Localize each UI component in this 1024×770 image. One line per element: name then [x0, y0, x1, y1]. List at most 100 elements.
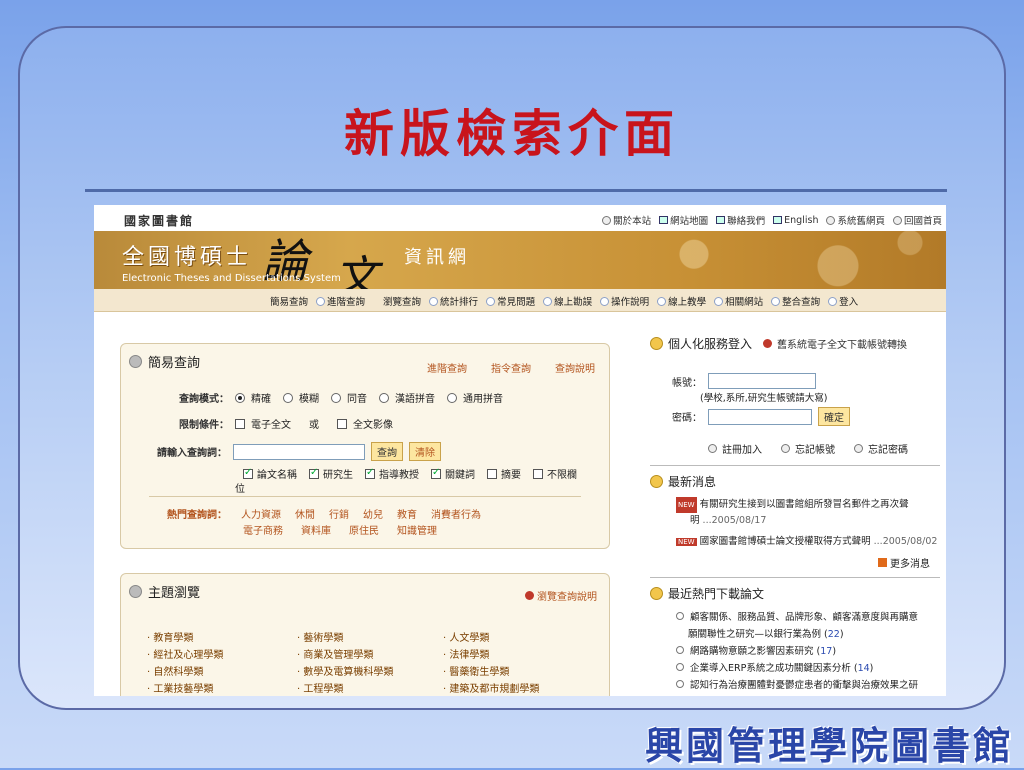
category-link[interactable]: · 人文學類 — [443, 630, 539, 647]
query-input[interactable] — [233, 443, 365, 460]
nav-help[interactable]: 操作說明 — [600, 294, 649, 308]
category-link[interactable]: · 法律學類 — [443, 647, 539, 664]
simple-search-panel: 簡易查詢 進階查詢 指令查詢 查詢說明 查詢模式： 精確 模糊 同音 漢語拼音 … — [120, 343, 610, 549]
radio-dot-icon — [316, 296, 326, 306]
login-header: 個人化服務登入 舊系統電子全文下載帳號轉換 — [650, 335, 940, 352]
mode-hanyu-radio[interactable] — [379, 392, 389, 403]
field-student-checkbox[interactable] — [309, 467, 319, 479]
register-link[interactable]: 註冊加入 — [722, 441, 762, 456]
field-title-checkbox[interactable] — [243, 467, 253, 479]
command-search-link[interactable]: 指令查詢 — [491, 360, 531, 375]
slide-title: 新版檢索介面 — [344, 104, 680, 163]
mode-tongyong-radio[interactable] — [447, 392, 457, 403]
search-help-link[interactable]: 查詢說明 — [555, 360, 595, 375]
nav-advanced-search[interactable]: 進階查詢 — [316, 294, 365, 308]
clear-button[interactable]: 清除 — [409, 442, 441, 461]
password-input[interactable] — [708, 408, 812, 425]
hot-download-item-cont[interactable]: 願關聯性之研究—以銀行業為例 (22) — [676, 626, 942, 643]
nav-simple-search[interactable]: 簡易查詢 — [270, 294, 308, 308]
nav-stats[interactable]: 統計排行 — [429, 294, 478, 308]
top-links: 關於本站 網站地圖 聯絡我們 English 系統舊網頁 回國首頁 — [602, 213, 942, 227]
hot-download-item[interactable]: 顧客關係、服務品質、品牌形象、顧客滿意度與再購意 — [676, 609, 942, 626]
or-label: 或 — [309, 420, 319, 431]
top-link-home[interactable]: 回國首頁 — [892, 213, 942, 227]
fullimage-checkbox[interactable] — [337, 418, 347, 429]
field-student-label: 研究生 — [323, 470, 353, 481]
fulltext-checkbox[interactable] — [235, 418, 245, 429]
confirm-button[interactable]: 確定 — [818, 407, 850, 426]
hot-term[interactable]: 休閒 — [295, 506, 315, 521]
query-label: 請輸入查詢詞： — [157, 448, 227, 459]
hot-term[interactable]: 教育 — [397, 506, 417, 521]
website-screenshot: 國家圖書館 關於本站 網站地圖 聯絡我們 English 系統舊網頁 回國首頁 … — [94, 205, 946, 696]
nav-integrated-search[interactable]: 整合查詢 — [771, 294, 820, 308]
category-link[interactable]: · 醫藥衛生學類 — [443, 664, 539, 681]
hot-term[interactable]: 資料庫 — [301, 522, 331, 537]
nav-faq[interactable]: 常見問題 — [486, 294, 535, 308]
hot-term[interactable]: 消費者行為 — [431, 506, 481, 521]
category-link[interactable]: · 教育學類 — [147, 630, 223, 647]
hot-term[interactable]: 行銷 — [329, 506, 349, 521]
hot-term[interactable]: 人力資源 — [241, 506, 281, 521]
book-icon — [773, 216, 783, 224]
news-item[interactable]: NEW 有關研究生接到以圖書館組所發冒名郵件之再次聲 明 ...2005/08/1… — [676, 497, 938, 529]
nav-browse[interactable]: 瀏覽查詢 — [383, 294, 421, 308]
top-link-contact[interactable]: 聯絡我們 — [716, 213, 765, 227]
advanced-search-link[interactable]: 進階查詢 — [427, 360, 467, 375]
title-divider — [85, 189, 947, 192]
forgot-password-link[interactable]: 忘記密碼 — [868, 441, 908, 456]
mode-exact-radio[interactable] — [235, 392, 245, 403]
hot-term[interactable]: 知識管理 — [397, 522, 437, 537]
browse-col-3: · 人文學類 · 法律學類 · 醫藥衛生學類 · 建築及都市規劃學類 — [443, 630, 539, 696]
mode-fuzzy-radio[interactable] — [283, 392, 293, 403]
old-account-link[interactable]: 舊系統電子全文下載帳號轉換 — [777, 336, 907, 351]
news-box: 最新消息 NEW 有關研究生接到以圖書館組所發冒名郵件之再次聲 明 ...2005… — [650, 473, 940, 578]
category-link[interactable]: · 經社及心理學類 — [147, 647, 223, 664]
divider — [149, 496, 581, 497]
account-input[interactable] — [708, 373, 816, 389]
field-abstract-checkbox[interactable] — [487, 468, 497, 479]
category-link[interactable]: · 工程學類 — [297, 681, 393, 696]
nav-login[interactable]: 登入 — [828, 294, 858, 308]
nav-errata[interactable]: 線上勘誤 — [543, 294, 592, 308]
map-icon — [659, 216, 669, 224]
question-icon — [854, 444, 863, 453]
mode-homophone-radio[interactable] — [331, 392, 341, 403]
category-link[interactable]: · 商業及管理學類 — [297, 647, 393, 664]
top-link-sitemap[interactable]: 網站地圖 — [659, 213, 708, 227]
nav-tutorial[interactable]: 線上教學 — [657, 294, 706, 308]
banner-title: 全國博碩士 — [122, 245, 253, 270]
top-link-english[interactable]: English — [773, 213, 818, 227]
news-item[interactable]: NEW 國家圖書館博碩士論文授權取得方式聲明 ...2005/08/02 — [676, 533, 937, 547]
nav-related-sites[interactable]: 相關網站 — [714, 294, 763, 308]
hot-download-item[interactable]: 企業導入ERP系統之成功關鍵因素分析 (14) — [676, 660, 942, 677]
category-link[interactable]: · 藝術學類 — [297, 630, 393, 647]
radio-dot-icon — [771, 296, 781, 306]
radio-dot-icon — [714, 296, 724, 306]
radio-dot-icon — [429, 296, 439, 306]
account-label: 帳號： — [672, 377, 702, 389]
browse-help-link[interactable]: 瀏覽查詢說明 — [537, 588, 597, 603]
browse-header: 主題瀏覽 — [129, 582, 200, 601]
hot-term[interactable]: 幼兒 — [363, 506, 383, 521]
forgot-account-link[interactable]: 忘記帳號 — [795, 441, 835, 456]
hot-term[interactable]: 原住民 — [349, 522, 379, 537]
search-button[interactable]: 查詢 — [371, 442, 403, 461]
browse-col-2: · 藝術學類 · 商業及管理學類 · 數學及電算機科學類 · 工程學類 — [297, 630, 393, 696]
field-advisor-checkbox[interactable] — [365, 467, 375, 479]
category-link[interactable]: · 自然科學類 — [147, 664, 223, 681]
globe-icon — [892, 215, 902, 225]
category-link[interactable]: · 工業技藝學類 — [147, 681, 223, 696]
top-link-about[interactable]: 關於本站 — [602, 213, 651, 227]
hot-term[interactable]: 電子商務 — [243, 522, 283, 537]
hot-download-item[interactable]: 網路購物意願之影響因素研究 (17) — [676, 643, 942, 660]
category-link[interactable]: · 建築及都市規劃學類 — [443, 681, 539, 696]
hot-downloads-header: 最近熱門下載論文 — [650, 585, 940, 602]
field-keyword-checkbox[interactable] — [431, 467, 441, 479]
category-link[interactable]: · 數學及電算機科學類 — [297, 664, 393, 681]
more-news-link[interactable]: 更多消息 — [890, 555, 930, 570]
top-link-old-system[interactable]: 系統舊網頁 — [826, 213, 885, 227]
field-any-checkbox[interactable] — [533, 468, 543, 479]
hot-download-item[interactable]: 認知行為治療團體對憂鬱症患者的衝擊與治療效果之研 — [676, 677, 942, 694]
mode-hanyu-label: 漢語拼音 — [395, 394, 435, 405]
